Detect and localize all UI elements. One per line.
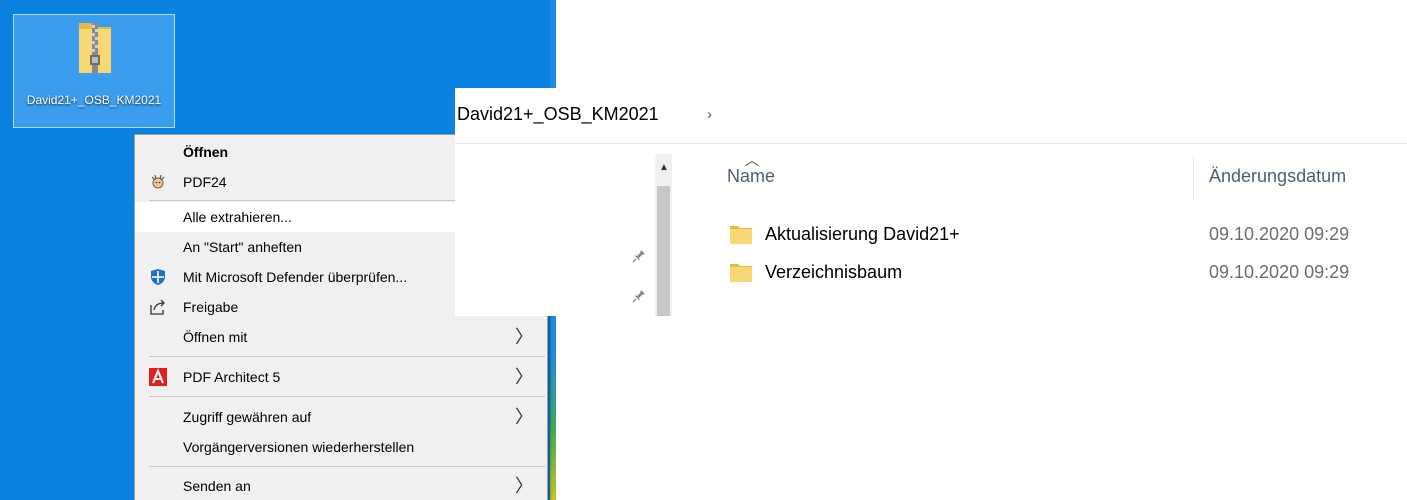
column-header-date[interactable]: Änderungsdatum	[1209, 166, 1346, 187]
menu-separator	[149, 396, 545, 397]
folder-icon	[730, 226, 752, 244]
column-divider[interactable]	[1193, 156, 1194, 200]
menu-item-label: Vorgängerversionen wiederherstellen	[183, 439, 415, 455]
menu-separator	[149, 356, 545, 357]
menu-item-label: An "Start" anheften	[183, 239, 302, 255]
desktop-icon-zip-folder[interactable]: David21+_OSB_KM2021	[13, 14, 175, 128]
file-name: Aktualisierung David21+	[765, 224, 960, 244]
menu-item-restore-versions[interactable]: Vorgängerversionen wiederherstellen	[135, 432, 547, 462]
menu-item-label: Öffnen mit	[183, 329, 248, 345]
submenu-arrow-icon: 〉	[515, 367, 533, 387]
menu-item-open-with[interactable]: Öffnen mit 〉	[135, 322, 547, 352]
menu-item-label: PDF24	[183, 174, 227, 190]
menu-item-label: Alle extrahieren...	[183, 209, 292, 225]
desktop-icon-label: David21+_OSB_KM2021	[26, 93, 162, 107]
breadcrumb-chevron-icon[interactable]: ›	[707, 106, 712, 123]
file-row[interactable]: Aktualisierung David21+ 09.10.2020 09:29	[725, 216, 1405, 252]
menu-item-label: Freigabe	[183, 299, 239, 315]
file-modified-date: 09.10.2020 09:29	[1209, 224, 1350, 244]
menu-item-label: Zugriff gewähren auf	[183, 409, 312, 425]
nav-pane-scrollbar[interactable]: ▲	[655, 154, 672, 316]
share-icon	[150, 299, 165, 315]
menu-item-send-to[interactable]: Senden an 〉	[135, 471, 547, 500]
file-name: Verzeichnisbaum	[765, 262, 903, 282]
defender-shield-icon	[151, 269, 165, 285]
menu-item-label: Mit Microsoft Defender überprüfen...	[183, 269, 408, 285]
pin-icon[interactable]	[631, 248, 647, 264]
pdf24-icon	[151, 174, 165, 189]
zip-folder-icon	[79, 23, 111, 73]
file-row[interactable]: Verzeichnisbaum 09.10.2020 09:29	[725, 254, 1405, 290]
submenu-arrow-icon: 〉	[515, 327, 533, 347]
submenu-arrow-icon: 〉	[515, 476, 533, 496]
column-header-name[interactable]: Name	[727, 166, 775, 187]
breadcrumb-folder[interactable]: David21+_OSB_KM2021	[457, 104, 659, 125]
file-modified-date: 09.10.2020 09:29	[1209, 262, 1350, 282]
menu-item-label: Senden an	[183, 478, 251, 494]
scrollbar-thumb[interactable]	[657, 186, 670, 316]
menu-item-label: Öffnen	[183, 144, 229, 160]
pdf-architect-icon	[149, 368, 167, 386]
menu-item-label: PDF Architect 5	[183, 369, 281, 385]
file-explorer-window: David21+_OSB_KM2021 › ▲ ︿ Name Änderungs…	[455, 88, 1407, 316]
address-bar[interactable]: David21+_OSB_KM2021 ›	[455, 88, 1407, 144]
scroll-up-arrow-icon[interactable]: ▲	[659, 162, 669, 173]
menu-item-grant-access[interactable]: Zugriff gewähren auf 〉	[135, 402, 547, 432]
pin-icon[interactable]	[631, 288, 647, 304]
folder-icon	[730, 264, 752, 282]
menu-separator	[149, 466, 545, 467]
menu-item-pdf-architect[interactable]: PDF Architect 5 〉	[135, 362, 547, 392]
submenu-arrow-icon: 〉	[515, 407, 533, 427]
